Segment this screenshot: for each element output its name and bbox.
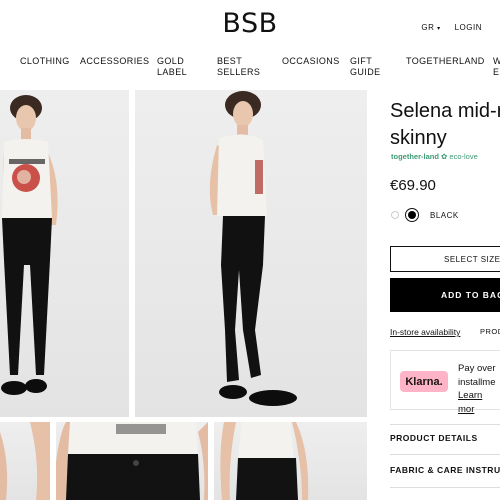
login-link[interactable]: LOGIN — [455, 23, 482, 32]
in-store-availability-link[interactable]: In-store availability — [390, 327, 460, 337]
color-swatch-black-selected[interactable] — [405, 208, 419, 222]
detail-3-figure — [220, 422, 309, 500]
product-photo-detail-3[interactable] — [214, 422, 367, 500]
product-photo-detail-2[interactable] — [56, 422, 208, 500]
eco-badge: together-land ✿ eco-love — [391, 152, 478, 161]
header-utilities: GR ▾ LOGIN — [421, 23, 482, 32]
nav-gift-guide-line1: GIFT — [350, 56, 373, 66]
select-size-button[interactable]: SELECT SIZE — [390, 246, 500, 272]
klarna-logo: Klarna. — [400, 371, 448, 392]
klarna-line1: Pay over — [458, 363, 496, 374]
nav-cut-item-line1: W — [493, 56, 500, 66]
nav-gold-label[interactable]: GOLD LABEL — [157, 56, 187, 78]
nav-accessories[interactable]: ACCESSORIES — [80, 56, 149, 67]
klarna-line2: installme — [458, 376, 496, 388]
nav-gold-label-line1: GOLD — [157, 56, 185, 66]
product-price: €69.90 — [390, 177, 436, 194]
product-photo-side[interactable] — [135, 90, 367, 417]
color-swatch-white[interactable] — [391, 211, 399, 219]
add-to-bag-button[interactable]: ADD TO BAG — [390, 278, 500, 312]
detail-1-figure — [0, 422, 50, 500]
divider — [390, 487, 500, 488]
nav-gold-label-line2: LABEL — [157, 67, 188, 77]
product-title-line1: Selena mid-r — [390, 100, 500, 122]
product-photo-detail-1[interactable] — [0, 422, 50, 500]
product-title: Selena mid-r skinny — [390, 98, 500, 152]
nav-occasions[interactable]: OCCASIONS — [282, 56, 340, 67]
klarna-learn-more-link[interactable]: Learn mor — [458, 389, 500, 416]
model-front-figure — [1, 95, 58, 395]
main-navigation: CLOTHING ACCESSORIES GOLD LABEL BEST SEL… — [0, 56, 500, 86]
language-label: GR — [421, 23, 435, 32]
nav-best-sellers-line2: SELLERS — [217, 67, 261, 77]
chevron-down-icon: ▾ — [437, 26, 441, 32]
eco-badge-label: together-land — [391, 152, 439, 161]
nav-gift-guide[interactable]: GIFT GUIDE — [350, 56, 381, 78]
model-side-figure — [209, 91, 297, 406]
detail-2-figure — [56, 422, 208, 500]
product-details-accordion[interactable]: PRODUCT DETAILS — [390, 433, 500, 443]
divider — [390, 424, 500, 425]
nav-best-sellers-line1: BEST — [217, 56, 243, 66]
product-title-line2: skinny — [390, 127, 447, 149]
nav-best-sellers[interactable]: BEST SELLERS — [217, 56, 260, 78]
nav-cut-item[interactable]: W E — [493, 56, 500, 78]
product-tab-truncated[interactable]: PROD — [480, 327, 500, 336]
selected-color-label: BLACK — [430, 211, 459, 220]
fabric-care-accordion[interactable]: FABRIC & CARE INSTRUC — [390, 465, 500, 475]
language-selector[interactable]: GR ▾ — [421, 23, 440, 32]
leaf-icon: ✿ — [441, 152, 448, 161]
product-photo-front[interactable] — [0, 90, 129, 417]
eco-sub-label: eco-love — [449, 152, 478, 161]
color-swatch-black-fill — [408, 211, 416, 219]
nav-cut-item-line2: E — [493, 67, 500, 77]
klarna-text: Pay over installme Learn mor — [458, 362, 500, 416]
nav-togetherland[interactable]: TOGETHERLAND — [406, 56, 485, 67]
nav-gift-guide-line2: GUIDE — [350, 67, 381, 77]
nav-clothing[interactable]: CLOTHING — [20, 56, 70, 67]
divider — [390, 454, 500, 455]
